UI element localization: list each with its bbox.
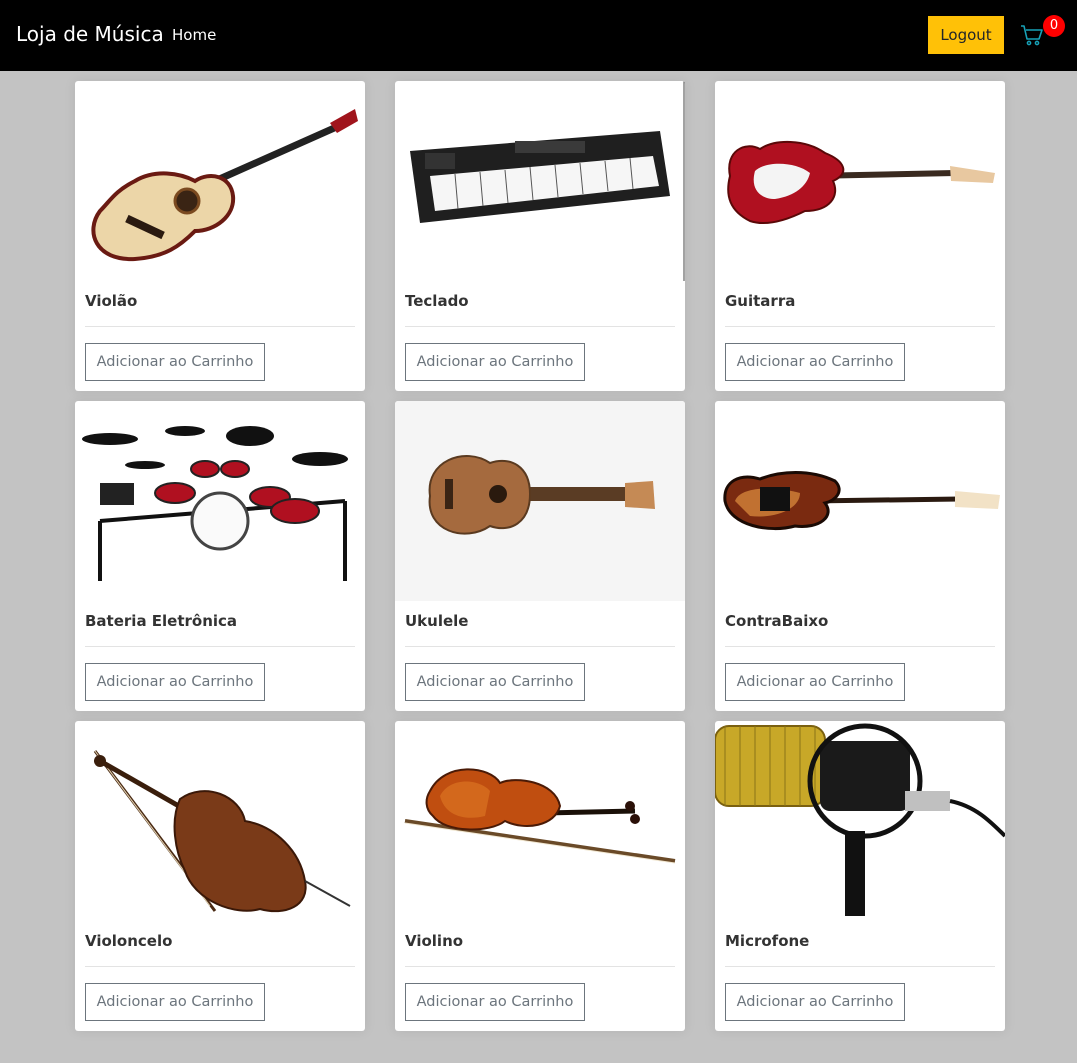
product-card: Microfone Adicionar ao Carrinho [715, 721, 1005, 1031]
brand-title[interactable]: Loja de Música [16, 22, 164, 46]
product-card: Bateria Eletrônica Adicionar ao Carrinho [75, 401, 365, 711]
product-name: Violino [405, 932, 464, 950]
product-image-electric-guitar[interactable] [715, 81, 1005, 281]
cart-count-badge: 0 [1043, 15, 1065, 37]
product-name: Teclado [405, 292, 469, 310]
navbar: Loja de Música Home Logout 0 [0, 0, 1077, 71]
product-image-electronic-drum-kit[interactable] [75, 401, 365, 601]
logout-button[interactable]: Logout [928, 16, 1004, 54]
divider [85, 326, 355, 327]
product-image-acoustic-guitar[interactable] [75, 81, 365, 281]
product-image-ukulele[interactable] [395, 401, 685, 601]
product-image-bass-guitar[interactable] [715, 401, 1005, 601]
product-name: Guitarra [725, 292, 796, 310]
add-to-cart-button[interactable]: Adicionar ao Carrinho [725, 663, 905, 701]
divider [405, 646, 675, 647]
cart-button[interactable]: 0 [1018, 15, 1068, 54]
divider [725, 966, 995, 967]
add-to-cart-button[interactable]: Adicionar ao Carrinho [725, 343, 905, 381]
product-card: Violino Adicionar ao Carrinho [395, 721, 685, 1031]
cart-icon [1021, 25, 1043, 46]
product-card: Violoncelo Adicionar ao Carrinho [75, 721, 365, 1031]
divider [85, 966, 355, 967]
divider [405, 966, 675, 967]
product-card: Guitarra Adicionar ao Carrinho [715, 81, 1005, 391]
product-name: Ukulele [405, 612, 469, 630]
add-to-cart-button[interactable]: Adicionar ao Carrinho [405, 983, 585, 1021]
add-to-cart-button[interactable]: Adicionar ao Carrinho [85, 343, 265, 381]
divider [725, 326, 995, 327]
product-name: Bateria Eletrônica [85, 612, 238, 630]
add-to-cart-button[interactable]: Adicionar ao Carrinho [85, 983, 265, 1021]
product-image-microphone[interactable] [715, 721, 1005, 921]
product-name: Microfone [725, 932, 810, 950]
product-image-cello[interactable] [75, 721, 365, 921]
product-name: Violão [85, 292, 138, 310]
product-card: Teclado Adicionar ao Carrinho [395, 81, 685, 391]
add-to-cart-button[interactable]: Adicionar ao Carrinho [405, 663, 585, 701]
product-image-keyboard[interactable] [395, 81, 685, 281]
add-to-cart-button[interactable]: Adicionar ao Carrinho [405, 343, 585, 381]
product-grid: Violão Adicionar ao Carrinho Teclado Adi… [75, 81, 1005, 1031]
product-image-violin[interactable] [395, 721, 685, 921]
product-card: Ukulele Adicionar ao Carrinho [395, 401, 685, 711]
divider [725, 646, 995, 647]
product-card: ContraBaixo Adicionar ao Carrinho [715, 401, 1005, 711]
add-to-cart-button[interactable]: Adicionar ao Carrinho [85, 663, 265, 701]
nav-link-home[interactable]: Home [172, 26, 216, 44]
product-name: ContraBaixo [725, 612, 829, 630]
add-to-cart-button[interactable]: Adicionar ao Carrinho [725, 983, 905, 1021]
product-name: Violoncelo [85, 932, 173, 950]
product-card: Violão Adicionar ao Carrinho [75, 81, 365, 391]
divider [85, 646, 355, 647]
divider [405, 326, 675, 327]
